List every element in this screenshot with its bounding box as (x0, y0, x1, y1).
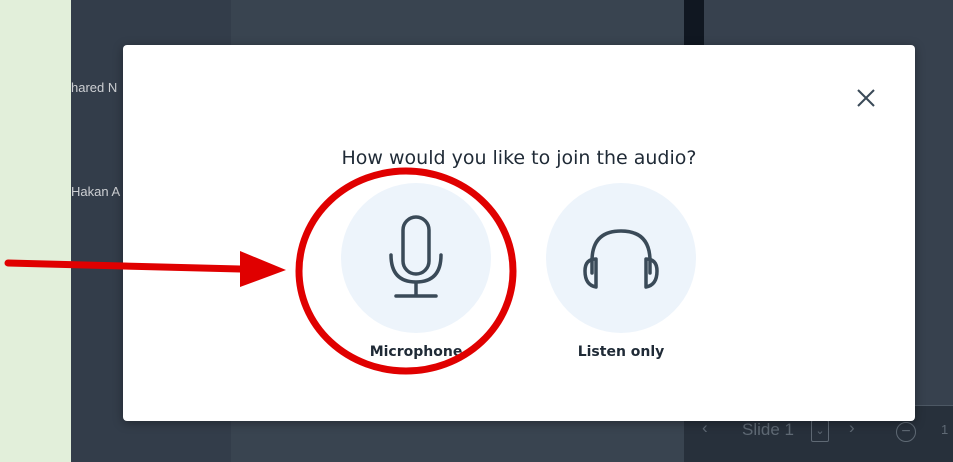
headphones-icon (583, 229, 659, 289)
annotation-arrow (4, 251, 286, 287)
listen-only-option-circle[interactable] (546, 183, 696, 333)
close-button[interactable] (849, 81, 883, 115)
close-icon (857, 89, 875, 107)
listen-only-option[interactable]: Listen only (546, 183, 696, 363)
annotation-highlight-circle (295, 167, 517, 375)
listen-only-option-label: Listen only (577, 344, 665, 360)
